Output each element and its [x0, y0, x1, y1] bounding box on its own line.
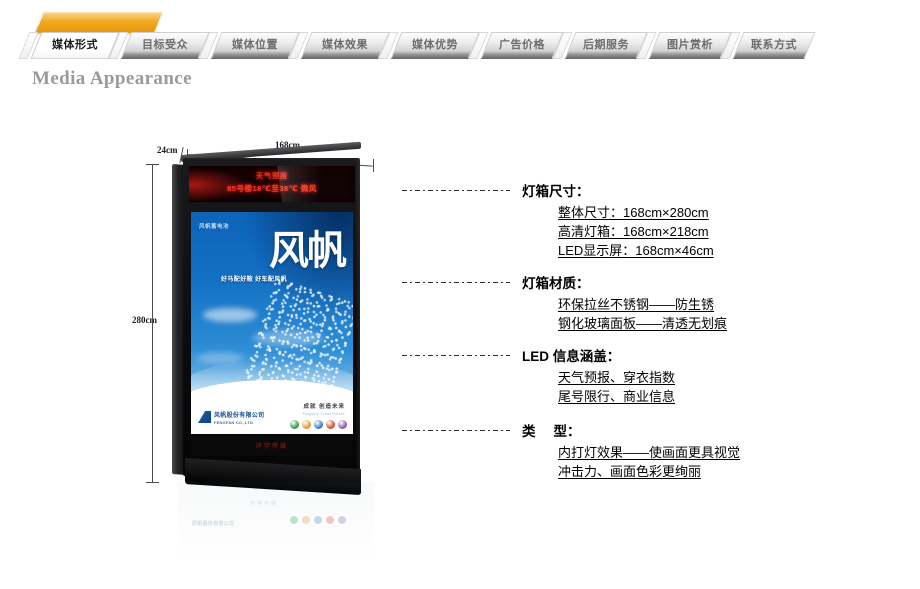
connector-dotted-line	[402, 282, 510, 283]
tab-8[interactable]: 图片赏析	[648, 32, 732, 59]
tab-label: 后期服务	[583, 39, 629, 51]
tab-1[interactable]: 媒体形式	[30, 32, 120, 59]
spec-heading: 类 型：	[522, 420, 581, 440]
reflection-icon-4	[326, 516, 334, 524]
tab-label: 广告价格	[499, 39, 545, 51]
led-display-panel: 天气预报 85号楼18℃至38℃ 微风	[189, 166, 355, 202]
company-name-cn: 风帆股份有限公司	[214, 413, 265, 419]
poster-footer: 风帆股份有限公司 FENGFAN CO.,LTD. 成就 创造未来 Flagsh…	[191, 380, 353, 434]
spec-heading-suffix: 型：	[553, 424, 581, 439]
cert-icon-1	[290, 420, 299, 429]
width-tick-right	[373, 159, 374, 172]
connector-dotted-line	[402, 190, 510, 191]
cert-icon-2	[302, 420, 311, 429]
reflection-icon-3	[314, 516, 322, 524]
tab-4[interactable]: 媒体效果	[300, 32, 390, 59]
page-title: Media Appearance	[32, 68, 192, 89]
spec-heading: LED 信息涵盖：	[522, 349, 621, 364]
tab-list: 媒体形式 目标受众 媒体位置 媒体效果 媒体优势 广告价格 后期服务 图片赏析 联系方式	[0, 32, 920, 62]
spec-detail-line: 尾号限行、商业信息	[558, 389, 676, 404]
media-operator-label: 环宇传媒	[255, 444, 288, 450]
spec-detail-line: 冲击力、画面色彩更绚丽	[558, 464, 702, 479]
height-dimension-line	[152, 164, 153, 482]
tab-label: 图片赏析	[667, 39, 713, 51]
reflection-logo-text: 风帆股份有限公司	[192, 521, 235, 527]
top-navigation-bar: 媒体形式 目标受众 媒体位置 媒体效果 媒体优势 广告价格 后期服务 图片赏析 联系方式	[0, 0, 920, 62]
poster-calligraphy: 风帆	[269, 228, 347, 273]
poster-tagline-en: Flagship Creat Future	[302, 412, 345, 416]
company-name-en: FENGFAN CO.,LTD.	[214, 420, 255, 425]
poster-tagline: 成就 创造未来	[303, 404, 345, 410]
dimension-depth-label: 24cm	[157, 145, 178, 155]
spec-detail-line: 天气预报、穿衣指数	[558, 370, 676, 385]
poster-brand-line: 风帆蓄电池	[199, 224, 230, 230]
tab-5[interactable]: 媒体优势	[390, 32, 480, 59]
tab-7[interactable]: 后期服务	[564, 32, 648, 59]
reflection-icon-2	[302, 516, 310, 524]
fengfan-logo-icon	[198, 411, 211, 423]
tab-label: 媒体位置	[232, 39, 278, 51]
poster-slogan: 好马配好鞍 好车配风帆	[221, 277, 288, 283]
tab-label: 联系方式	[751, 39, 797, 51]
tab-2[interactable]: 目标受众	[120, 32, 210, 59]
tab-label: 媒体优势	[412, 39, 458, 51]
certification-icon-row	[290, 420, 347, 429]
reflection-icon-row	[290, 516, 346, 524]
tab-label: 媒体形式	[52, 39, 98, 51]
height-tick-top	[146, 164, 159, 165]
led-glass-reflection	[277, 166, 344, 202]
lightbox-illustration: 天气预报 85号楼18℃至38℃ 微风 风帆蓄电池 风帆 好马配好鞍 好车配风帆…	[172, 141, 361, 496]
orange-accent-tab	[35, 12, 163, 33]
tab-label: 目标受众	[142, 39, 188, 51]
poster-artwork: 风帆蓄电池 风帆 好马配好鞍 好车配风帆 风帆股份有限公司 FENGFAN CO…	[191, 212, 353, 434]
cloud-shape	[203, 308, 257, 322]
height-tick-bottom	[146, 482, 159, 483]
tab-6[interactable]: 广告价格	[480, 32, 564, 59]
spec-heading: 灯箱材质：	[522, 276, 590, 291]
cert-icon-5	[338, 420, 347, 429]
tab-9[interactable]: 联系方式	[732, 32, 816, 59]
spec-detail-line: 高清灯箱：168cm×218cm	[558, 224, 709, 239]
dimension-height-label: 280cm	[132, 315, 157, 325]
reflection-icon-1	[290, 516, 298, 524]
tab-label: 媒体效果	[322, 39, 368, 51]
reflection-band-text: 环宇传媒	[250, 501, 279, 507]
cabinet-bottom-band: 环宇传媒	[191, 436, 353, 456]
connector-dotted-line	[402, 430, 510, 431]
spec-detail-line: 环保拉丝不锈钢——防生锈	[558, 297, 715, 312]
connector-dotted-line	[402, 355, 510, 356]
spec-heading: 灯箱尺寸：	[522, 184, 590, 199]
tab-3[interactable]: 媒体位置	[210, 32, 300, 59]
cert-icon-3	[314, 420, 323, 429]
spec-detail-line: 钢化玻璃面板——清透无划痕	[558, 316, 728, 331]
spec-detail-line: LED显示屏：168cm×46cm	[558, 243, 714, 258]
spec-detail-line: 内打灯效果——使画面更具视觉	[558, 445, 741, 460]
reflection-icon-5	[338, 516, 346, 524]
spec-detail-line: 整体尺寸：168cm×280cm	[558, 205, 709, 220]
cert-icon-4	[326, 420, 335, 429]
spec-heading-prefix: 类	[522, 424, 536, 439]
